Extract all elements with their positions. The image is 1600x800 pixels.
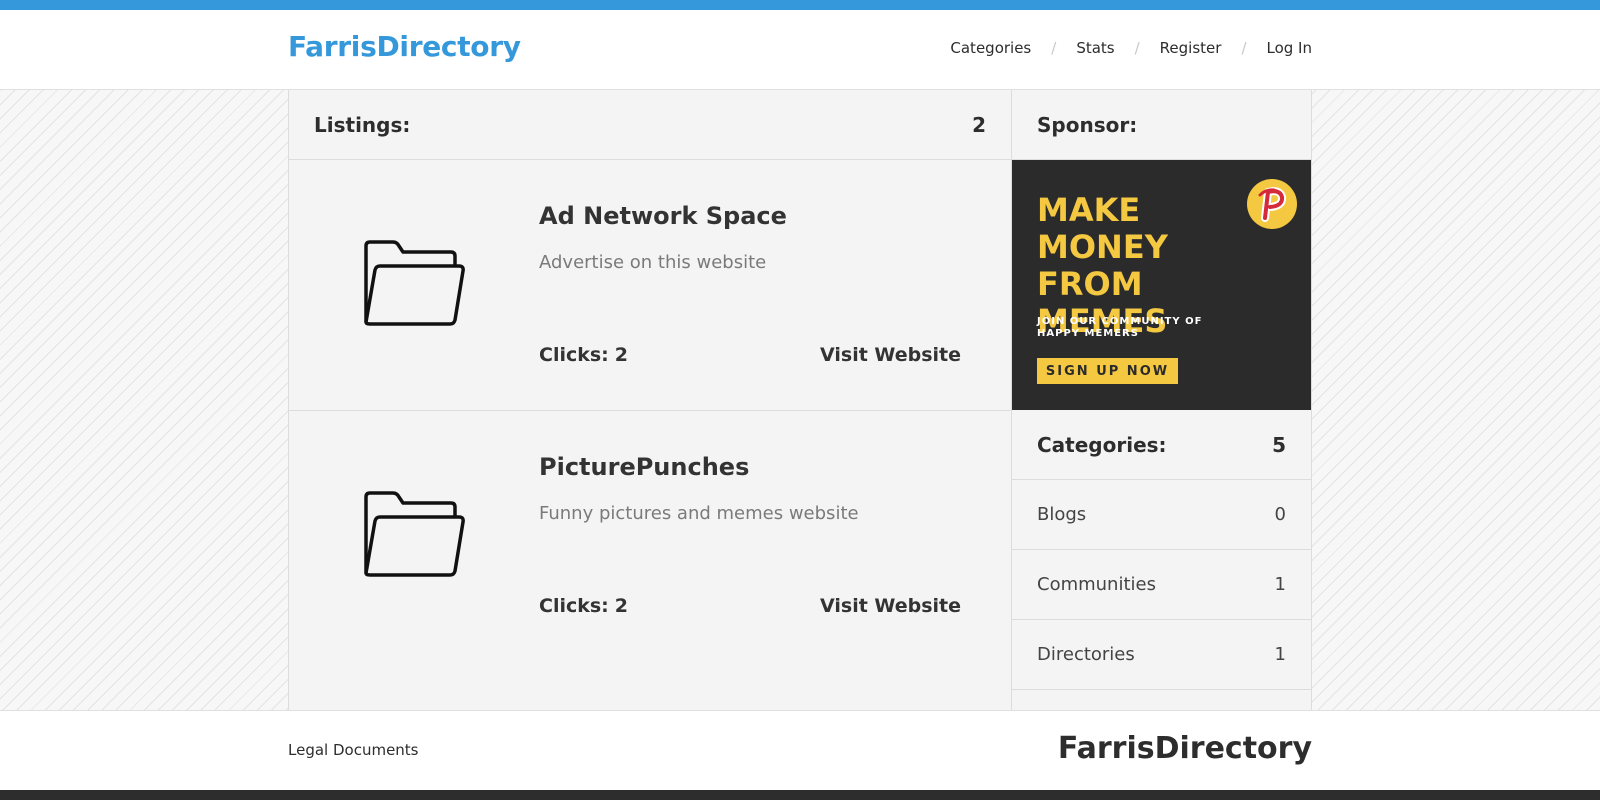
categories-header: Categories: 5 <box>1012 410 1311 480</box>
listing-title[interactable]: Ad Network Space <box>539 202 787 230</box>
listing-title[interactable]: PicturePunches <box>539 453 749 481</box>
category-item[interactable]: Communities 1 <box>1012 550 1311 620</box>
ad-subtext-line: HAPPY MEMERS <box>1037 328 1139 339</box>
clicks-label: Clicks: <box>539 344 609 366</box>
site-footer: Legal Documents FarrisDirectory <box>0 710 1600 790</box>
p-logo-icon <box>1247 179 1297 229</box>
listings-label: Listings: <box>314 112 411 137</box>
category-count: 1 <box>1274 644 1286 665</box>
ad-signup-button[interactable]: SIGN UP NOW <box>1037 358 1178 384</box>
clicks-label: Clicks: <box>539 595 609 617</box>
category-item[interactable]: Blogs 0 <box>1012 480 1311 550</box>
category-name: Communities <box>1037 574 1156 595</box>
listings-header: Listings: 2 <box>289 90 1011 160</box>
nav-register[interactable]: Register <box>1160 39 1222 57</box>
sidebar: Sponsor: MAKE MONEY FROM MEMES JOIN OUR … <box>1012 90 1312 710</box>
nav-separator: / <box>1134 39 1140 57</box>
folder-icon <box>364 491 465 577</box>
listing-clicks: Clicks: 2 <box>539 344 628 366</box>
legal-documents-link[interactable]: Legal Documents <box>288 741 419 759</box>
clicks-count: 2 <box>614 595 629 617</box>
ad-subtext: JOIN OUR COMMUNITY OF HAPPY MEMERS <box>1037 316 1217 340</box>
sponsor-label: Sponsor: <box>1037 112 1138 137</box>
categories-label: Categories: <box>1037 432 1167 457</box>
category-item[interactable]: Directories 1 <box>1012 620 1311 690</box>
ad-headline-line: MONEY <box>1037 228 1168 266</box>
category-name: Directories <box>1037 644 1135 665</box>
visit-website-link[interactable]: Visit Website <box>820 344 961 366</box>
nav-categories[interactable]: Categories <box>950 39 1031 57</box>
folder-icon <box>364 240 465 326</box>
listing-item: PicturePunches Funny pictures and memes … <box>289 411 1011 662</box>
listing-item: Ad Network Space Advertise on this websi… <box>289 160 1011 411</box>
visit-website-link[interactable]: Visit Website <box>820 595 961 617</box>
category-count: 0 <box>1274 504 1286 525</box>
site-header: FarrisDirectory Categories / Stats / Reg… <box>0 10 1600 90</box>
clicks-count: 2 <box>614 344 629 366</box>
categories-count: 5 <box>1272 432 1286 457</box>
listing-clicks: Clicks: 2 <box>539 595 628 617</box>
ad-subtext-line: JOIN OUR COMMUNITY OF <box>1037 316 1203 327</box>
bottom-bar <box>0 790 1600 800</box>
nav-login[interactable]: Log In <box>1267 39 1313 57</box>
footer-logo[interactable]: FarrisDirectory <box>1058 731 1312 766</box>
nav-stats[interactable]: Stats <box>1076 39 1114 57</box>
main-nav: Categories / Stats / Register / Log In <box>950 39 1312 57</box>
category-count: 1 <box>1274 574 1286 595</box>
top-accent-bar <box>0 0 1600 10</box>
ad-headline-line: MAKE <box>1037 191 1141 229</box>
site-logo[interactable]: FarrisDirectory <box>288 30 521 63</box>
sponsor-header: Sponsor: <box>1012 90 1311 160</box>
listings-panel: Listings: 2 Ad Network Space Advertise o… <box>288 90 1012 710</box>
nav-separator: / <box>1241 39 1247 57</box>
sponsor-ad-banner[interactable]: MAKE MONEY FROM MEMES JOIN OUR COMMUNITY… <box>1012 160 1311 410</box>
listing-description: Advertise on this website <box>539 252 767 273</box>
category-name: Blogs <box>1037 504 1087 525</box>
nav-separator: / <box>1051 39 1057 57</box>
listing-description: Funny pictures and memes website <box>539 503 859 524</box>
listings-count: 2 <box>972 112 986 137</box>
